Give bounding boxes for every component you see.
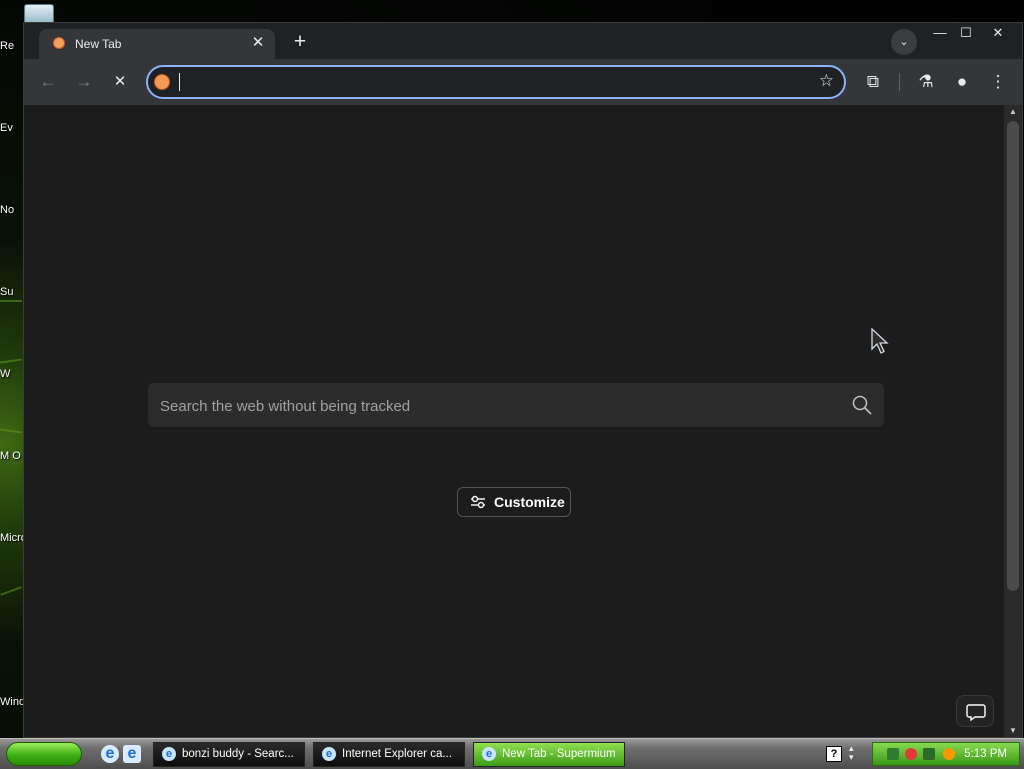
taskbar-button-bonzi[interactable]: e bonzi buddy - Searc... bbox=[153, 742, 305, 767]
wallpaper-line bbox=[0, 428, 23, 434]
web-search-box[interactable] bbox=[148, 383, 884, 427]
clock[interactable]: 5:13 PM bbox=[964, 748, 1007, 760]
browser-toolbar: ← → ✕ ☆ ⧉ ⚗ ● ⋮ bbox=[24, 59, 1022, 105]
desktop-icon-1[interactable]: Re bbox=[0, 40, 24, 52]
scroll-thumb[interactable] bbox=[1007, 121, 1019, 591]
new-tab-button[interactable]: + bbox=[289, 31, 311, 53]
address-input[interactable] bbox=[178, 72, 802, 94]
new-tab-page: Customize bbox=[24, 105, 1004, 737]
address-bar[interactable]: ☆ bbox=[146, 65, 846, 99]
sliders-icon bbox=[471, 495, 485, 509]
wallpaper-line bbox=[0, 358, 23, 364]
search-tray-icon[interactable] bbox=[943, 748, 955, 760]
feedback-button[interactable] bbox=[956, 695, 994, 727]
wallpaper-line bbox=[0, 300, 22, 302]
page-scrollbar[interactable]: ▲ ▼ bbox=[1004, 105, 1022, 737]
text-caret bbox=[179, 73, 180, 91]
duckduckgo-icon[interactable] bbox=[154, 74, 170, 90]
scroll-down-arrow-icon[interactable]: ▼ bbox=[1004, 726, 1022, 735]
tab-close-icon[interactable]: ✕ bbox=[249, 34, 267, 52]
mouse-cursor-icon bbox=[871, 328, 889, 354]
system-tray: 5:13 PM bbox=[872, 742, 1020, 766]
stop-loading-button[interactable]: ✕ bbox=[108, 70, 132, 94]
maximize-button[interactable]: ☐ bbox=[952, 23, 980, 43]
help-icon[interactable]: ? bbox=[826, 746, 842, 762]
tray-expand-icon[interactable]: ▴ ▾ bbox=[849, 744, 854, 762]
tab-strip: New Tab ✕ + ⌄ — ☐ ✕ bbox=[24, 23, 1022, 59]
back-button[interactable]: ← bbox=[36, 70, 60, 94]
extensions-button[interactable]: ⧉ bbox=[861, 70, 885, 94]
tab-title: New Tab bbox=[75, 37, 122, 51]
search-icon[interactable] bbox=[852, 395, 872, 415]
bookmark-star-icon[interactable]: ☆ bbox=[819, 71, 834, 91]
internet-explorer-icon: e bbox=[162, 747, 176, 761]
wallpaper-line bbox=[0, 586, 22, 596]
security-alert-icon[interactable] bbox=[905, 748, 917, 760]
tab-search-button[interactable]: ⌄ bbox=[891, 29, 917, 55]
desktop-icon-4[interactable]: Su bbox=[0, 286, 24, 298]
browser-menu-button[interactable]: ⋮ bbox=[986, 70, 1010, 94]
chat-bubble-icon bbox=[966, 704, 986, 722]
desktop-icon-5[interactable]: W bbox=[0, 368, 24, 380]
network-icon[interactable] bbox=[887, 748, 899, 760]
desktop-icon-8[interactable]: Wind bbox=[0, 696, 24, 708]
quick-launch-ie-icon[interactable]: e bbox=[123, 745, 141, 763]
supermium-icon: e bbox=[482, 747, 496, 761]
profile-button[interactable]: ● bbox=[950, 70, 974, 94]
desktop-icon-2[interactable]: Ev bbox=[0, 122, 24, 134]
close-window-button[interactable]: ✕ bbox=[984, 23, 1012, 43]
duckduckgo-favicon-icon bbox=[53, 37, 65, 49]
tab-new-tab[interactable]: New Tab ✕ bbox=[39, 29, 275, 59]
desktop-icon-6[interactable]: M O bbox=[0, 450, 24, 462]
taskbar-button-supermium[interactable]: e New Tab - Supermium bbox=[473, 742, 625, 767]
taskbar: e e e bonzi buddy - Searc... e Internet … bbox=[0, 738, 1024, 769]
customize-label: Customize bbox=[494, 494, 565, 510]
desktop-icon-7[interactable]: Micro Stu bbox=[0, 532, 24, 544]
desktop-icon-3[interactable]: No bbox=[0, 204, 24, 216]
forward-button[interactable]: → bbox=[72, 70, 96, 94]
toolbar-separator bbox=[899, 73, 900, 91]
minimize-button[interactable]: — bbox=[926, 23, 954, 43]
web-search-input[interactable] bbox=[158, 395, 822, 417]
customize-button[interactable]: Customize bbox=[457, 487, 571, 517]
internet-explorer-icon: e bbox=[322, 747, 336, 761]
taskbar-button-ie[interactable]: e Internet Explorer ca... bbox=[313, 742, 465, 767]
scroll-up-arrow-icon[interactable]: ▲ bbox=[1004, 107, 1022, 116]
start-button[interactable] bbox=[6, 742, 82, 766]
browser-window: New Tab ✕ + ⌄ — ☐ ✕ ← → ✕ ☆ ⧉ ⚗ ● ⋮ Sear… bbox=[23, 22, 1023, 738]
labs-flask-button[interactable]: ⚗ bbox=[914, 70, 938, 94]
internet-explorer-icon[interactable]: e bbox=[101, 745, 119, 763]
tray-app-icon[interactable] bbox=[923, 748, 935, 760]
